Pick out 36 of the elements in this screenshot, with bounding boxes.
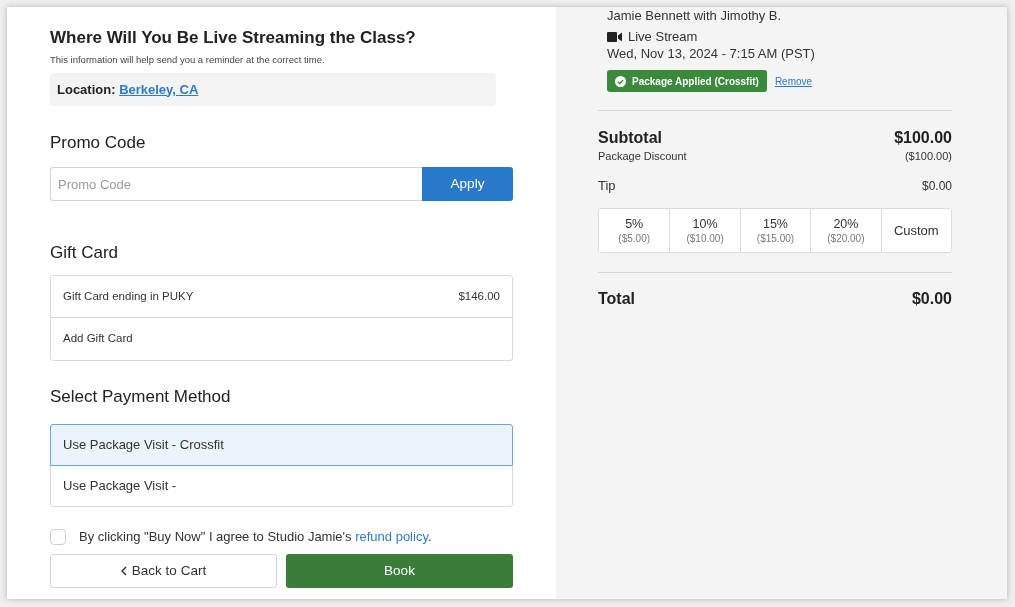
discount-amount: ($100.00) (904, 148, 952, 164)
package-applied-text: Package Applied (Crossfit) (632, 74, 759, 89)
format-text: Live Stream (628, 28, 698, 45)
chevron-left-icon (120, 566, 127, 576)
datetime-text: Wed, Nov 13, 2024 - 7:15 AM (PST) (607, 45, 816, 62)
section-subtitle: This information will help send you a reminder at the correct time. (50, 53, 326, 66)
section-title: Where Will You Be Live Streaming the Class? (50, 27, 417, 49)
payment-title: Select Payment Method (50, 386, 232, 408)
refund-policy-link[interactable]: refund policy (355, 529, 428, 544)
gift-card-label: Gift Card ending in PUKY (63, 288, 194, 304)
tip-amount: $0.00 (921, 178, 952, 195)
add-gift-card-button[interactable]: Add Gift Card (51, 318, 512, 360)
agreement-checkbox[interactable] (50, 529, 66, 545)
instructor-text: Jamie Bennett with Jimothy B. (607, 7, 783, 24)
promo-title: Promo Code (50, 132, 147, 154)
custom-tip-option[interactable]: Custom (880, 209, 951, 252)
payment-option[interactable]: Use Package Visit - Crossfit (50, 424, 513, 466)
apply-button[interactable]: Apply (422, 167, 513, 201)
tip-label: Tip (598, 177, 616, 196)
agreement-text: By clicking "Buy Now" I agree to Studio Jamie's refund policy. (79, 529, 432, 545)
book-button[interactable]: Book (286, 554, 513, 588)
remove-link[interactable]: Remove (774, 73, 813, 89)
subtotal-amount: $100.00 (894, 128, 952, 148)
check-circle-icon (615, 75, 626, 87)
location-link[interactable]: Berkeley, CA (119, 81, 199, 97)
subtotal-label: Subtotal (598, 128, 662, 148)
total-amount: $0.00 (911, 289, 952, 309)
back-to-cart-button[interactable]: Back to Cart (50, 554, 277, 588)
gift-card-title: Gift Card (50, 242, 120, 264)
promo-code-input[interactable]: Promo Code (50, 167, 422, 201)
video-camera-icon (607, 31, 622, 42)
location-text: Location: Berkeley, CA (57, 81, 199, 98)
total-label: Total (598, 289, 636, 309)
discount-label: Package Discount (598, 148, 687, 164)
gift-card-amount: $146.00 (458, 288, 500, 304)
payment-option[interactable]: Use Package Visit - (50, 465, 513, 507)
